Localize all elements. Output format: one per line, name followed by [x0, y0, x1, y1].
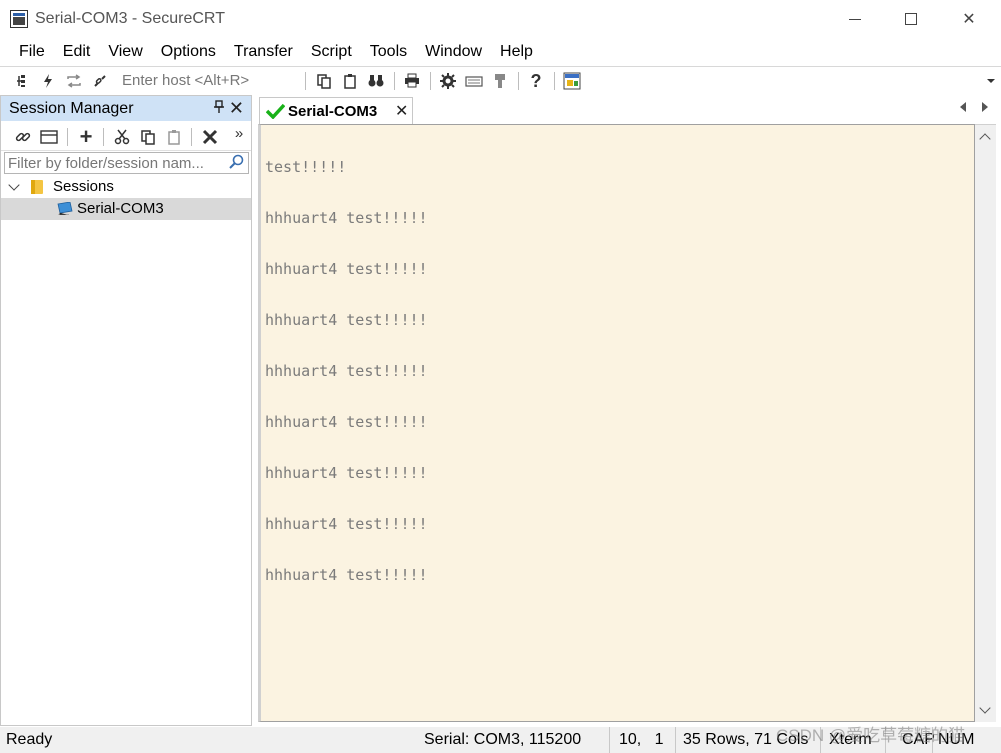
- disconnect-icon[interactable]: [90, 71, 110, 91]
- window-title: Serial-COM3 - SecureCRT: [35, 10, 225, 27]
- chevron-down-icon[interactable]: [8, 179, 20, 191]
- terminal-line: hhhuart4 test!!!!!: [265, 464, 428, 482]
- connect-session-icon[interactable]: [13, 127, 33, 147]
- delete-session-icon[interactable]: [200, 127, 220, 147]
- paste-session-icon[interactable]: [164, 127, 184, 147]
- tree-item-sessions[interactable]: Sessions: [1, 176, 251, 198]
- tree-item-label: Serial-COM3: [77, 200, 164, 217]
- search-icon[interactable]: [228, 154, 244, 170]
- session-tree: Sessions Serial-COM3: [1, 176, 251, 220]
- maximize-icon: [905, 13, 917, 25]
- securecrt-app-icon[interactable]: [10, 10, 28, 28]
- terminal-line: hhhuart4 test!!!!!: [265, 362, 428, 380]
- help-icon[interactable]: ?: [526, 71, 546, 91]
- terminal-view[interactable]: test!!!!! hhhuart4 test!!!!! hhhuart4 te…: [258, 124, 975, 722]
- toolbar-separator: [305, 72, 306, 90]
- status-connection: Serial: COM3, 115200: [424, 731, 582, 748]
- scroll-down-icon[interactable]: [979, 702, 991, 714]
- toolbar-separator: [430, 72, 431, 90]
- copy-icon[interactable]: [314, 71, 334, 91]
- menu-bar: File Edit View Options Transfer Script T…: [0, 38, 1001, 65]
- terminal-line: test!!!!!: [265, 158, 347, 176]
- tab-serial-com3[interactable]: Serial-COM3 ✕: [259, 97, 413, 124]
- menu-script[interactable]: Script: [302, 38, 361, 65]
- toolbar-overflow-icon[interactable]: [987, 79, 995, 83]
- tree-item-label: Sessions: [53, 178, 114, 195]
- menu-transfer[interactable]: Transfer: [225, 38, 302, 65]
- reconnect-icon[interactable]: [64, 71, 84, 91]
- session-manager-close-icon[interactable]: ✕: [229, 98, 244, 119]
- toolbar-separator: [67, 128, 68, 146]
- menu-tools[interactable]: Tools: [361, 38, 416, 65]
- find-icon[interactable]: [366, 71, 386, 91]
- tab-close-icon[interactable]: ✕: [395, 101, 408, 121]
- connect-in-tab-icon[interactable]: [39, 127, 59, 147]
- session-computer-icon: [57, 202, 73, 215]
- terminal-line: hhhuart4 test!!!!!: [265, 515, 428, 533]
- toolbar-separator: [394, 72, 395, 90]
- settings-icon[interactable]: [438, 71, 458, 91]
- quick-connect-icon[interactable]: [38, 71, 58, 91]
- close-icon: ✕: [962, 11, 976, 28]
- folder-icon: [31, 180, 43, 194]
- scroll-up-icon[interactable]: [979, 133, 991, 145]
- connected-check-icon: [266, 103, 285, 119]
- enter-host-input[interactable]: [116, 70, 302, 91]
- tab-scroll-right-icon[interactable]: [982, 102, 988, 112]
- toolbar: ?: [0, 66, 1001, 94]
- more-tools-icon[interactable]: »: [229, 123, 249, 143]
- session-manager-header: Session Manager ✕: [1, 96, 251, 121]
- toolbar-separator: [554, 72, 555, 90]
- terminal-line: hhhuart4 test!!!!!: [265, 311, 428, 329]
- status-separator: [675, 727, 676, 753]
- sftp-icon[interactable]: [490, 71, 510, 91]
- watermark: CSDN @爱吃草莓糖的猫: [776, 726, 966, 745]
- toolbar-separator: [518, 72, 519, 90]
- menu-options[interactable]: Options: [152, 38, 225, 65]
- menu-view[interactable]: View: [99, 38, 151, 65]
- pin-icon[interactable]: [214, 100, 224, 116]
- tab-bar: Serial-COM3 ✕: [257, 95, 998, 124]
- status-cursor-position: 10, 1: [619, 731, 664, 748]
- terminal-line: hhhuart4 test!!!!!: [265, 566, 428, 584]
- menu-help[interactable]: Help: [491, 38, 542, 65]
- terminal-output: test!!!!! hhhuart4 test!!!!! hhhuart4 te…: [265, 125, 428, 618]
- add-session-icon[interactable]: +: [76, 124, 96, 149]
- status-ready: Ready: [6, 731, 53, 748]
- cut-icon[interactable]: [112, 127, 132, 147]
- close-window-button[interactable]: ✕: [940, 0, 998, 38]
- minimize-icon: [849, 18, 861, 20]
- paste-icon[interactable]: [340, 71, 360, 91]
- print-icon[interactable]: [402, 71, 422, 91]
- session-manager-panel: Session Manager ✕ + » Filter by folder/s…: [0, 95, 252, 726]
- session-filter-input[interactable]: [5, 153, 225, 173]
- menu-edit[interactable]: Edit: [54, 38, 100, 65]
- terminal-line: hhhuart4 test!!!!!: [265, 260, 428, 278]
- session-manager-title: Session Manager: [9, 99, 134, 117]
- tab-label: Serial-COM3: [288, 103, 378, 120]
- minimize-button[interactable]: [826, 0, 884, 38]
- tab-scroll-left-icon[interactable]: [960, 102, 966, 112]
- menu-file[interactable]: File: [10, 38, 54, 65]
- connect-icon[interactable]: [12, 71, 32, 91]
- toolbar-separator: [103, 128, 104, 146]
- title-bar: Serial-COM3 - SecureCRT ✕: [0, 0, 1001, 38]
- status-separator: [609, 727, 610, 753]
- terminal-line: hhhuart4 test!!!!!: [265, 413, 428, 431]
- toolbar-separator: [191, 128, 192, 146]
- terminal-line: hhhuart4 test!!!!!: [265, 209, 428, 227]
- copy-session-icon[interactable]: [138, 127, 158, 147]
- keymap-icon[interactable]: [464, 71, 484, 91]
- maximize-button[interactable]: [882, 0, 940, 38]
- menu-window[interactable]: Window: [416, 38, 491, 65]
- tree-item-serial-com3[interactable]: Serial-COM3: [1, 198, 251, 220]
- app-screenshot-icon[interactable]: [562, 71, 582, 91]
- session-filter-box: [4, 152, 249, 174]
- terminal-scrollbar[interactable]: [975, 124, 996, 722]
- session-manager-toolbar: + »: [1, 121, 251, 151]
